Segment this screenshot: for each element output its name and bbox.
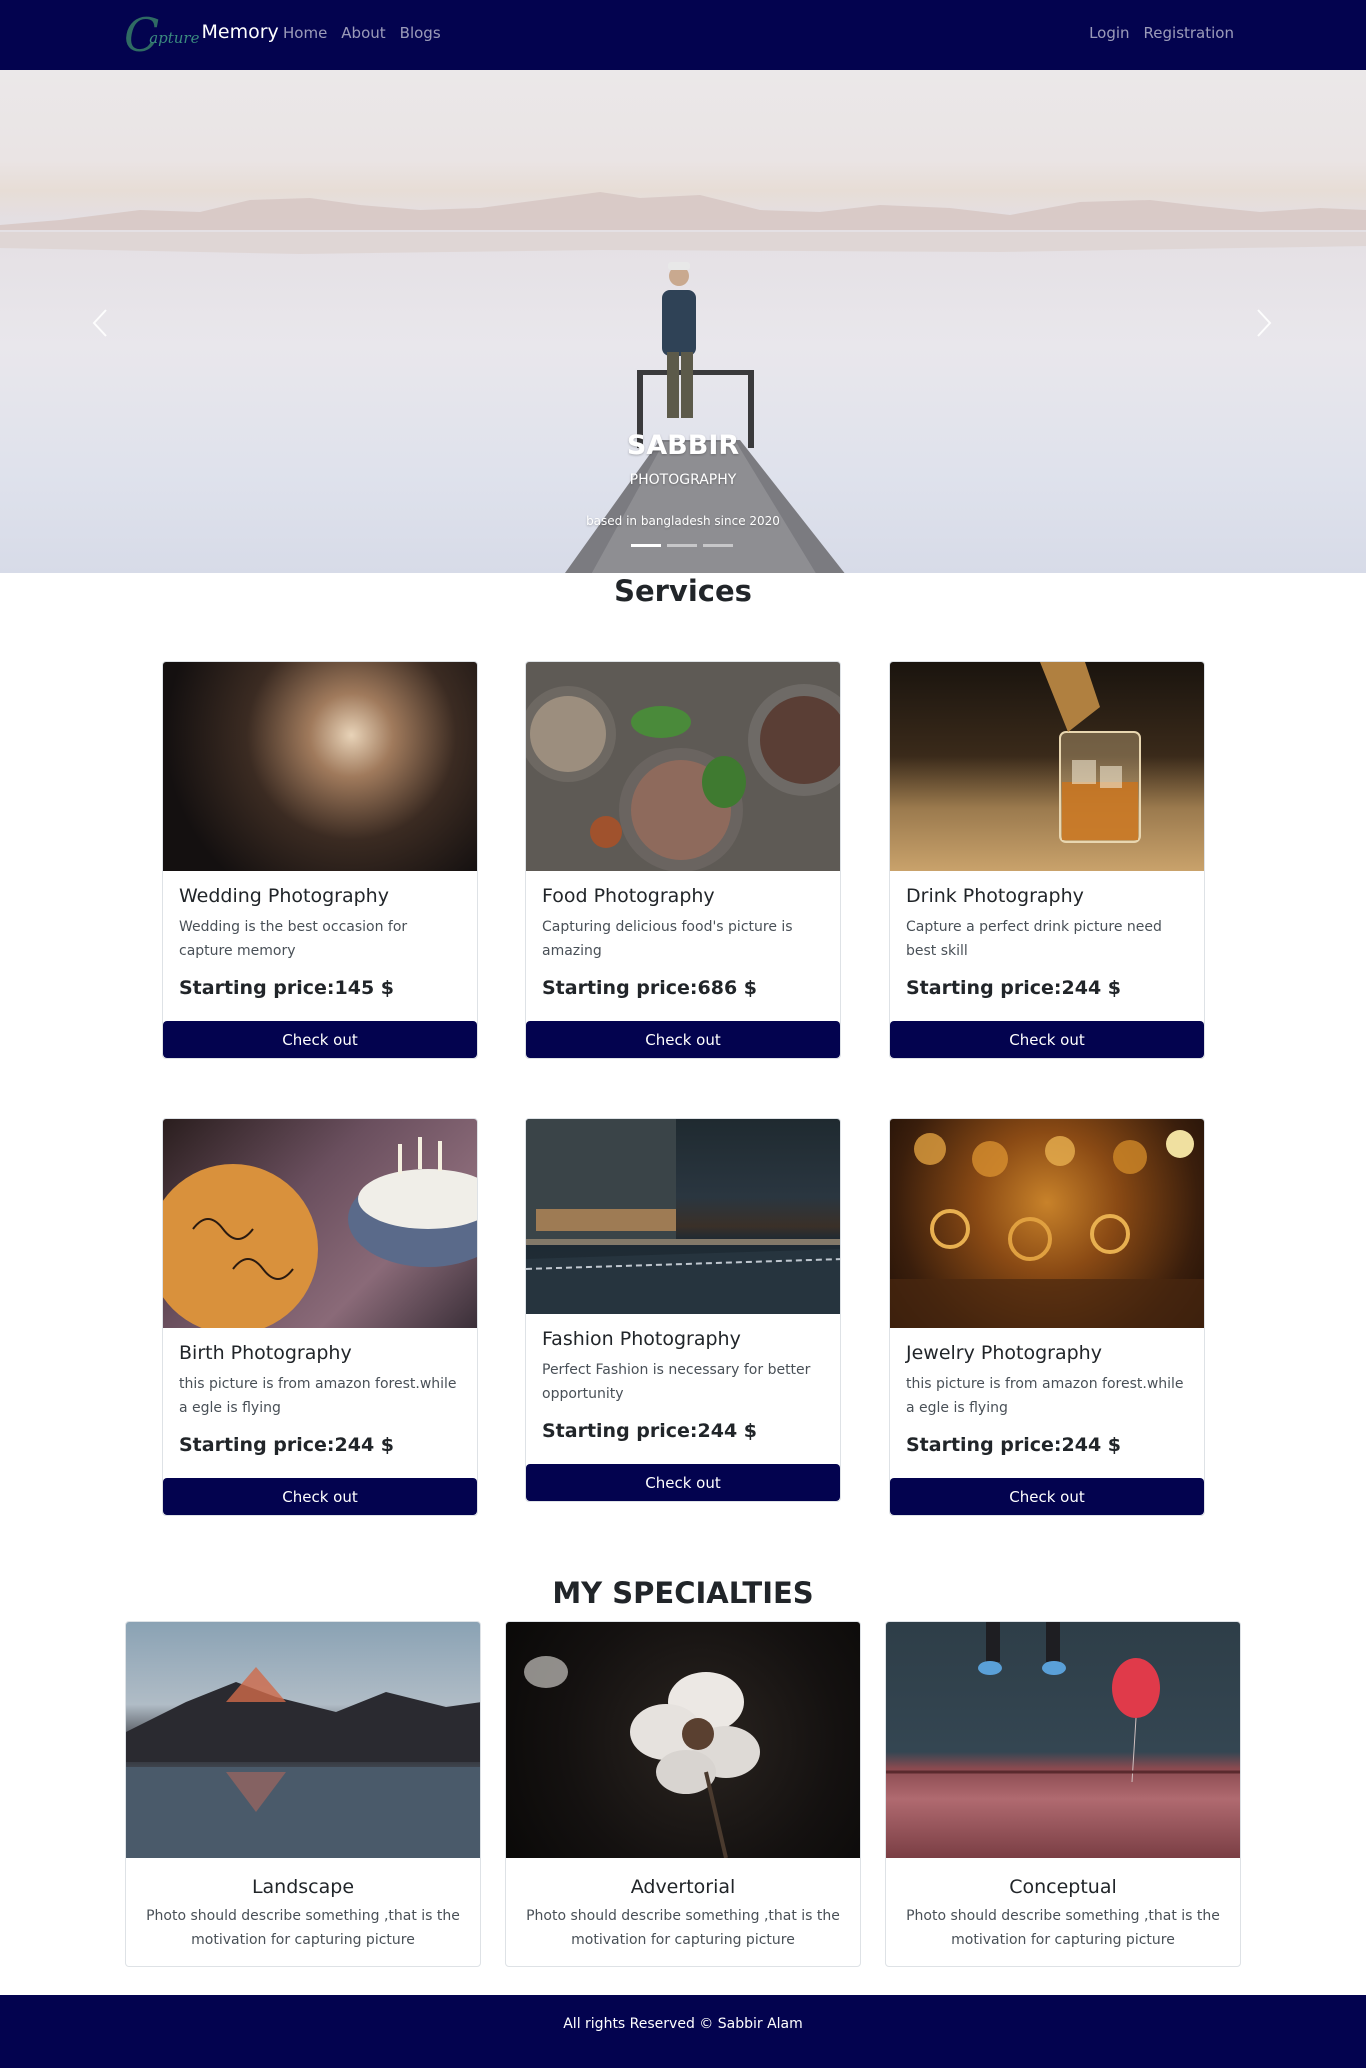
specialty-card: Landscape Photo should describe somethin… [125,1621,481,1967]
nav-main: Home About Blogs [283,24,455,42]
nav-about[interactable]: About [341,24,385,42]
carousel-indicator[interactable] [631,544,661,547]
birthday-cake-image [163,1137,477,1328]
check-out-button[interactable]: Check out [526,1464,840,1501]
jewelry-image [890,1119,1204,1328]
service-card: Jewelry Photography this picture is from… [889,1118,1205,1516]
service-title: Birth Photography [179,1342,352,1364]
specialty-description: Photo should describe something ,that is… [146,1908,460,1948]
specialty-card: Advertorial Photo should describe someth… [505,1621,861,1967]
nav-registration[interactable]: Registration [1144,24,1234,42]
check-out-button[interactable]: Check out [526,1021,840,1058]
service-title: Food Photography [542,885,715,907]
hero-title: SABBIR [626,430,740,461]
check-out-button[interactable]: Check out [163,1021,477,1058]
service-card: Birth Photography this picture is from a… [162,1118,478,1516]
service-description: this picture is from amazon forest.while… [906,1376,1184,1416]
fashion-street-image [526,1119,840,1314]
hero-subtitle: PHOTOGRAPHY [629,472,737,488]
nav-auth: Login Registration [1075,24,1234,42]
service-card: Drink Photography Capture a perfect drin… [889,661,1205,1059]
nav-blogs[interactable]: Blogs [400,24,441,42]
carousel-indicator[interactable] [703,544,733,547]
white-flower-image [524,1656,760,1858]
services-heading: Services [614,574,752,608]
advertorial-image [506,1622,860,1858]
service-title: Drink Photography [906,885,1084,907]
hero-carousel: SABBIR PHOTOGRAPHY based in bangladesh s… [0,70,1366,573]
service-description: Wedding is the best occasion for capture… [179,919,408,959]
nav-home[interactable]: Home [283,24,327,42]
service-title: Fashion Photography [542,1328,741,1350]
jewelry-shop-image [890,1130,1204,1328]
food-plates-image [526,684,840,871]
birthday-image [163,1119,477,1328]
specialty-title: Landscape [251,1876,355,1898]
footer-copyright: All rights Reserved © Sabbir Alam [563,2016,803,2032]
specialty-description: Photo should describe something ,that is… [526,1908,840,1948]
food-image [526,662,840,871]
specialty-description: Photo should describe something ,that is… [906,1908,1220,1948]
service-card: Fashion Photography Perfect Fashion is n… [525,1118,841,1502]
specialties-heading: MY SPECIALTIES [552,1576,814,1610]
check-out-button[interactable]: Check out [890,1478,1204,1515]
whiskey-glass-image [1040,662,1141,843]
service-title: Jewelry Photography [906,1342,1102,1364]
check-out-button[interactable]: Check out [163,1478,477,1515]
carousel-indicator[interactable] [667,544,697,547]
nav-login[interactable]: Login [1089,24,1129,42]
service-price: Starting price:244 $ [906,977,1122,999]
brand-name: Memory [201,21,279,43]
service-description: Perfect Fashion is necessary for better … [542,1362,811,1402]
service-title: Wedding Photography [179,885,389,907]
service-price: Starting price:244 $ [906,1434,1122,1456]
landscape-image [126,1622,480,1858]
service-price: Starting price:244 $ [179,1434,395,1456]
red-balloon-image [886,1622,1240,1783]
conceptual-image [886,1622,1240,1858]
footer: All rights Reserved © Sabbir Alam [0,1995,1366,2068]
navbar: C apture Memory Home About Blogs Login R… [0,0,1366,70]
street-night-image [526,1119,840,1314]
service-card: Wedding Photography Wedding is the best … [162,661,478,1059]
carousel-prev-button[interactable] [92,308,108,338]
specialty-title: Advertorial [630,1876,736,1898]
service-description: Capture a perfect drink picture need bes… [906,919,1162,959]
mountain-lake-image [126,1667,480,1858]
check-out-button[interactable]: Check out [890,1021,1204,1058]
service-price: Starting price:244 $ [542,1420,758,1442]
brand-prefix: apture [149,29,200,47]
hero-note: based in bangladesh since 2020 [586,514,780,528]
carousel-indicators [631,544,733,547]
service-card: Food Photography Capturing delicious foo… [525,661,841,1059]
brand-logo[interactable]: C apture Memory [124,12,279,58]
specialty-card: Conceptual Photo should describe somethi… [885,1621,1241,1967]
drink-image [890,662,1204,871]
service-price: Starting price:686 $ [542,977,758,999]
service-description: Capturing delicious food's picture is am… [542,919,793,959]
wedding-image [163,662,477,871]
specialty-title: Conceptual [1009,1876,1117,1898]
service-description: this picture is from amazon forest.while… [179,1376,457,1416]
carousel-next-button[interactable] [1256,308,1272,338]
service-price: Starting price:145 $ [179,977,395,999]
